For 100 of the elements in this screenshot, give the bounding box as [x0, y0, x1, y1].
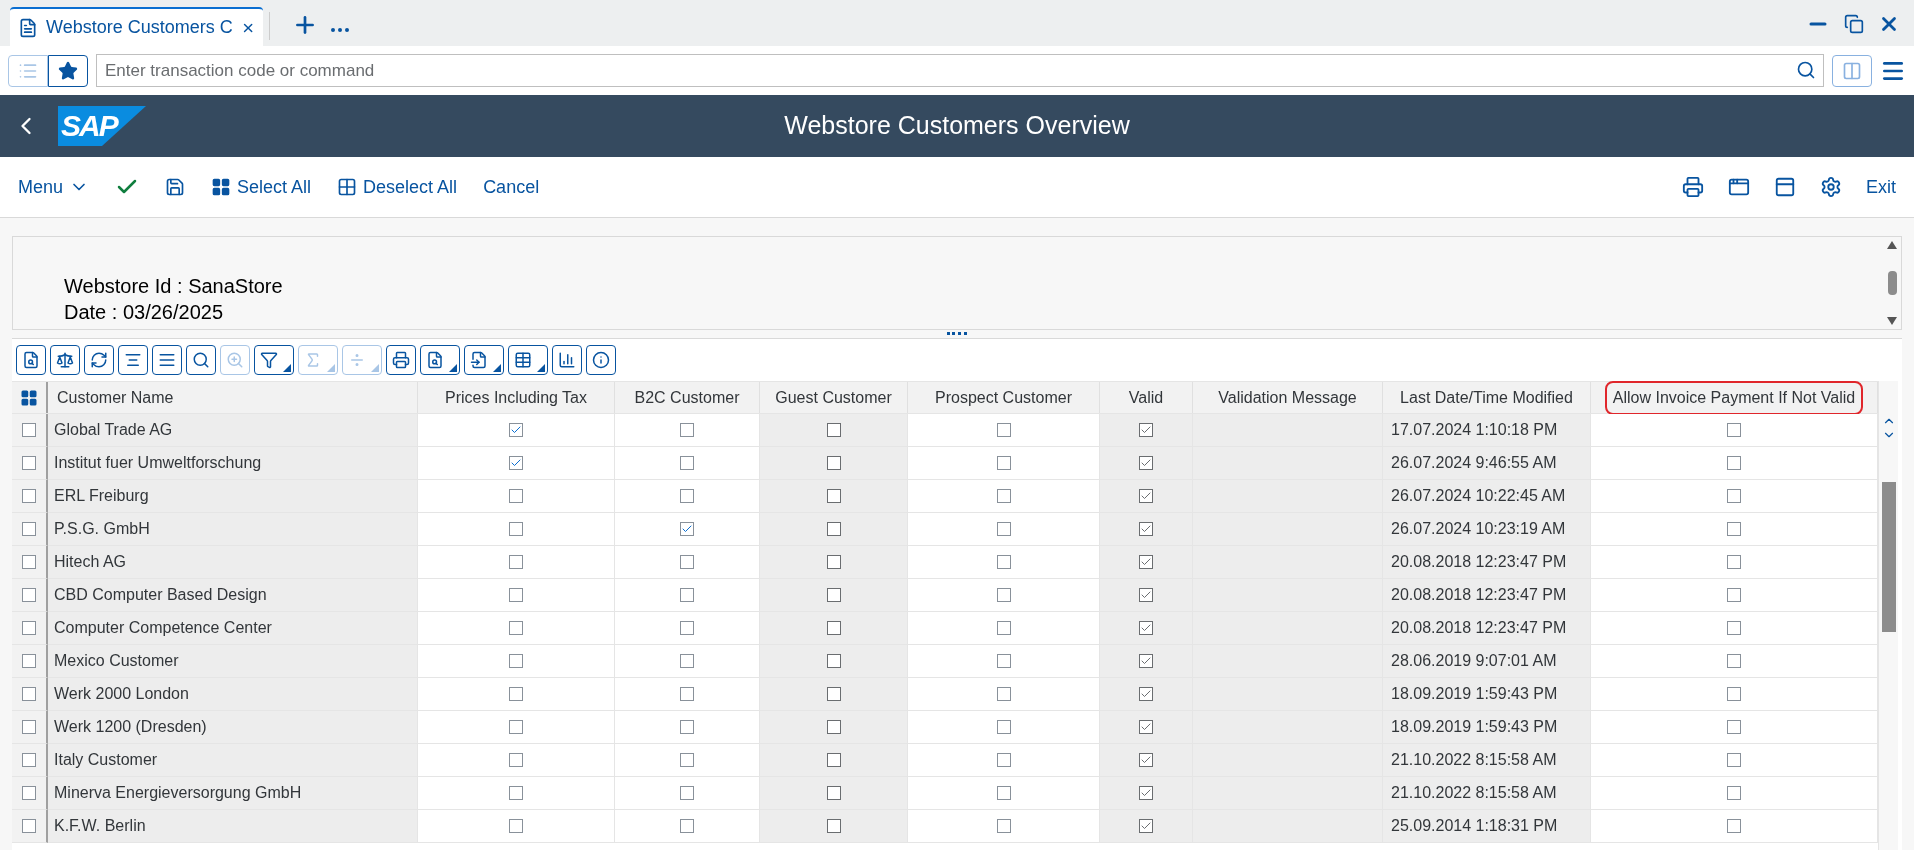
checkbox[interactable] [1139, 456, 1153, 470]
checkbox[interactable] [680, 423, 694, 437]
checkbox[interactable] [680, 456, 694, 470]
checkbox[interactable] [996, 687, 1011, 701]
scrollbar-thumb[interactable] [1887, 271, 1897, 295]
checkbox[interactable] [1139, 555, 1153, 569]
checkbox[interactable] [826, 687, 841, 701]
checkbox[interactable] [680, 720, 694, 734]
checkbox[interactable] [996, 489, 1011, 503]
favorites-button[interactable] [48, 54, 88, 87]
checkbox[interactable] [680, 654, 694, 668]
checkbox[interactable] [996, 753, 1011, 767]
checkbox[interactable] [1139, 621, 1153, 635]
checkbox[interactable] [1139, 753, 1153, 767]
session-tab[interactable]: Webstore Customers C [10, 7, 263, 46]
column-header[interactable]: B2C Customer [628, 382, 746, 413]
toolbar-button[interactable] [84, 345, 114, 375]
toolbar-button[interactable] [152, 345, 182, 375]
checkbox[interactable] [1727, 588, 1741, 602]
column-header[interactable]: Prices Including Tax [439, 382, 593, 413]
toolbar-button[interactable] [552, 345, 582, 375]
checkbox[interactable] [996, 555, 1011, 569]
column-header[interactable]: Customer Name [51, 382, 180, 413]
checkbox[interactable] [22, 456, 36, 470]
checkbox[interactable] [1727, 786, 1741, 800]
toolbar-button[interactable] [186, 345, 216, 375]
toolbar-button[interactable] [508, 345, 548, 375]
checkbox[interactable] [1139, 522, 1153, 536]
checkbox[interactable] [826, 456, 841, 470]
checkbox[interactable] [1727, 555, 1741, 569]
checkbox[interactable] [1139, 489, 1153, 503]
scrollbar[interactable] [1878, 381, 1898, 850]
save-icon[interactable] [165, 177, 186, 197]
checkbox[interactable] [1727, 522, 1741, 536]
checkbox[interactable] [826, 522, 841, 536]
checkbox[interactable] [996, 786, 1011, 800]
checkbox[interactable] [996, 621, 1011, 635]
column-header[interactable]: Last Date/Time Modified [1394, 382, 1579, 413]
checkbox[interactable] [22, 786, 36, 800]
checkbox[interactable] [826, 786, 841, 800]
checkbox[interactable] [509, 720, 523, 734]
checkbox[interactable] [1139, 588, 1153, 602]
checkbox[interactable] [22, 555, 36, 569]
checkbox[interactable] [1727, 456, 1741, 470]
checkbox[interactable] [680, 819, 694, 833]
checkbox[interactable] [1139, 423, 1153, 437]
checkbox[interactable] [509, 753, 523, 767]
menu-button[interactable]: Menu [18, 173, 90, 201]
checkbox[interactable] [680, 753, 694, 767]
toolbar-button[interactable] [420, 345, 460, 375]
checkbox[interactable] [1139, 654, 1153, 668]
checkbox[interactable] [1139, 687, 1153, 701]
checkbox[interactable] [509, 786, 523, 800]
checkbox[interactable] [1727, 621, 1741, 635]
checkbox[interactable] [22, 621, 36, 635]
checkbox[interactable] [680, 786, 694, 800]
checkbox[interactable] [826, 555, 841, 569]
exit-button[interactable]: Exit [1866, 173, 1896, 201]
checkbox[interactable] [22, 654, 36, 668]
checkbox[interactable] [826, 720, 841, 734]
checkbox[interactable] [680, 588, 694, 602]
cancel-button[interactable]: Cancel [483, 173, 540, 201]
toolbar-button[interactable] [254, 345, 294, 375]
scroll-up-icon[interactable] [1887, 241, 1897, 249]
checkbox[interactable] [509, 687, 523, 701]
checkbox[interactable] [22, 522, 36, 536]
checkbox[interactable] [509, 588, 523, 602]
column-header[interactable]: Valid [1122, 382, 1170, 413]
checkbox[interactable] [509, 489, 523, 503]
checkbox[interactable] [509, 621, 523, 635]
split-screen-button[interactable] [1832, 54, 1872, 87]
checkbox[interactable] [680, 555, 694, 569]
settings-icon[interactable] [1820, 176, 1842, 198]
column-header[interactable]: Prospect Customer [929, 382, 1078, 413]
checkbox[interactable] [509, 522, 523, 536]
scrollbar-thumb[interactable] [1881, 482, 1896, 632]
select-all-icon[interactable] [20, 388, 38, 407]
checkbox[interactable] [680, 522, 694, 536]
checkbox[interactable] [996, 522, 1011, 536]
window-icon[interactable] [1774, 176, 1796, 198]
checkbox[interactable] [1727, 489, 1741, 503]
checkbox[interactable] [22, 687, 36, 701]
restore-icon[interactable] [1844, 14, 1864, 34]
deselect-all-button[interactable]: Deselect All [337, 173, 458, 201]
checkbox[interactable] [1727, 654, 1741, 668]
checkbox[interactable] [22, 423, 36, 437]
checkbox[interactable] [826, 588, 841, 602]
checkbox[interactable] [509, 555, 523, 569]
checkbox[interactable] [1139, 720, 1153, 734]
checkbox[interactable] [1727, 687, 1741, 701]
checkbox[interactable] [1727, 423, 1741, 437]
checkbox[interactable] [22, 819, 36, 833]
checkbox[interactable] [996, 456, 1011, 470]
toolbar-button[interactable] [586, 345, 616, 375]
checkbox[interactable] [826, 654, 841, 668]
select-all-button[interactable]: Select All [211, 173, 312, 201]
checkbox[interactable] [826, 489, 841, 503]
toolbar-button[interactable] [386, 345, 416, 375]
checkbox[interactable] [826, 753, 841, 767]
column-header[interactable]: Validation Message [1212, 382, 1363, 413]
